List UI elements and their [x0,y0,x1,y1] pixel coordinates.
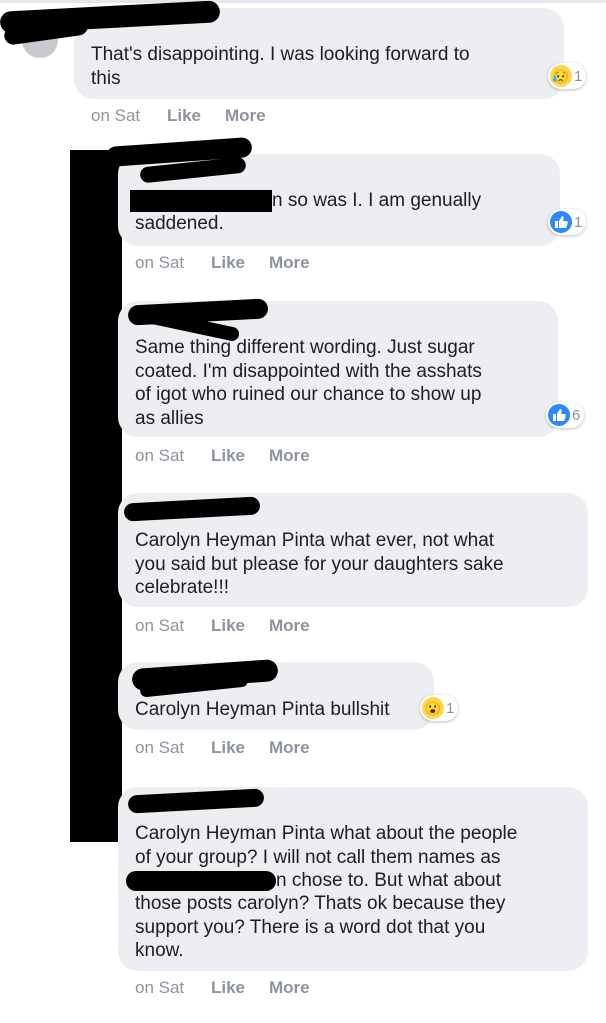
like-button[interactable]: Like [211,616,245,636]
reaction-badge[interactable]: 6 [546,402,585,428]
reaction-count: 1 [574,213,583,231]
more-button[interactable]: More [269,738,310,758]
comment-timestamp[interactable]: on Sat [91,106,140,126]
comment-timestamp[interactable]: on Sat [135,978,184,998]
reaction-count: 6 [572,406,581,424]
top-divider [0,0,606,3]
more-button[interactable]: More [269,253,310,273]
redacted-mention [126,871,276,891]
comment-timestamp[interactable]: on Sat [135,616,184,636]
comment-timestamp[interactable]: on Sat [135,738,184,758]
more-button[interactable]: More [269,978,310,998]
like-button[interactable]: Like [211,253,245,273]
comment-text: those posts carolyn? Thats ok because th… [135,893,506,961]
comment-text: Same thing different wording. Just sugar… [135,337,482,429]
comment-text: That's disappointing. I was looking forw… [91,44,470,89]
more-button[interactable]: More [269,616,310,636]
reaction-count: 1 [446,699,455,717]
comment-timestamp[interactable]: on Sat [135,253,184,273]
comment-text: Carolyn Heyman Pinta what ever, not what… [135,530,504,598]
reaction-badge[interactable]: 😥 1 [548,63,587,89]
reaction-count: 1 [574,67,583,85]
comment-text: saddened. [135,213,224,234]
wow-emoji-icon: 😮 [422,697,444,719]
thumbs-up-icon [550,211,572,233]
reaction-badge[interactable]: 😮 1 [420,695,459,721]
more-button[interactable]: More [225,106,266,126]
redaction-bar [70,150,122,842]
more-button[interactable]: More [269,446,310,466]
like-button[interactable]: Like [211,978,245,998]
like-button[interactable]: Like [211,446,245,466]
comment-text: Carolyn Heyman Pinta what about the peop… [135,823,518,868]
comment-text: Carolyn Heyman Pinta bullshit [135,699,390,720]
comment-timestamp[interactable]: on Sat [135,446,184,466]
like-button[interactable]: Like [167,106,201,126]
thumbs-up-icon [548,404,570,426]
comment-text: n chose to. But what about [276,870,501,891]
reaction-badge[interactable]: 1 [548,209,587,235]
redacted-mention [130,190,272,212]
sad-emoji-icon: 😥 [550,65,572,87]
like-button[interactable]: Like [211,738,245,758]
comment-text: n so was I. I am genually [272,190,482,211]
